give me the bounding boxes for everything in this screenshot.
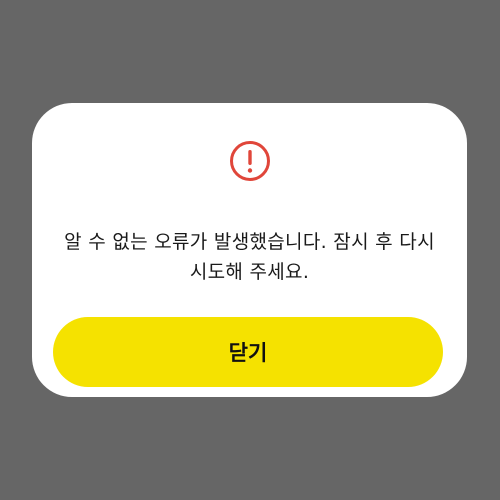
error-message: 알 수 없는 오류가 발생했습니다. 잠시 후 다시 시도해 주세요. [44,227,455,287]
close-button-label: 닫기 [228,341,268,365]
error-message-line-1: 알 수 없는 오류가 발생했습니다. 잠시 후 다시 [64,231,435,253]
exclamation-circle-icon [230,141,270,181]
error-message-line-2: 시도해 주세요. [189,261,310,283]
error-dialog: 알 수 없는 오류가 발생했습니다. 잠시 후 다시 시도해 주세요. 닫기 [32,103,467,397]
close-button[interactable]: 닫기 [53,317,443,387]
